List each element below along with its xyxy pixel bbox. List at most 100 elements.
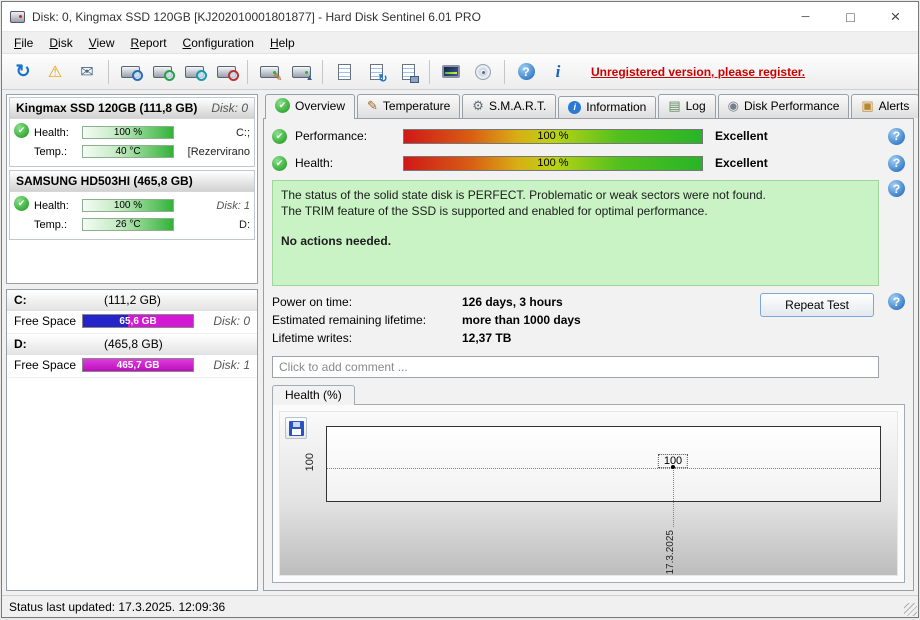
menu-view[interactable]: View xyxy=(81,33,123,53)
disk-write-test-button[interactable] xyxy=(254,58,284,86)
report-button[interactable] xyxy=(329,58,359,86)
surface-test-button[interactable] xyxy=(147,58,177,86)
overview-tab-icon xyxy=(275,98,290,113)
resize-grip[interactable] xyxy=(904,603,917,616)
smart-tab-icon xyxy=(472,98,484,114)
network-report-button[interactable] xyxy=(393,58,423,86)
health-help-icon[interactable] xyxy=(888,155,905,172)
drive-letters: D: xyxy=(239,219,250,231)
alerts-config-button[interactable] xyxy=(40,58,70,86)
partition-drive: C: xyxy=(14,293,104,307)
tab-disk-performance[interactable]: Disk Performance xyxy=(718,94,850,118)
partition-free-row: Free Space 65,6 GB Disk: 0 xyxy=(7,311,257,334)
tab-bar: Overview Temperature S.M.A.R.T. Informat… xyxy=(263,94,914,118)
tab-label: S.M.A.R.T. xyxy=(489,99,546,113)
chart-tab-health[interactable]: Health (%) xyxy=(272,385,355,405)
chart-y-tick: 100 xyxy=(304,453,316,471)
health-value: 100 % xyxy=(114,200,142,211)
extended-test-button[interactable] xyxy=(179,58,209,86)
toolbar-separator xyxy=(108,60,109,84)
partition-header-d[interactable]: D: (465,8 GB) xyxy=(7,334,257,355)
disk-index-label: Disk: 0 xyxy=(213,314,250,328)
tab-label: Temperature xyxy=(383,99,450,113)
status-message-box: The status of the solid state disk is PE… xyxy=(272,180,879,286)
stat-label: Estimated remaining lifetime: xyxy=(272,313,462,327)
quick-test-button[interactable] xyxy=(115,58,145,86)
update-info-button[interactable] xyxy=(543,58,573,86)
temp-bar: 40 °C xyxy=(82,145,174,158)
tab-information[interactable]: Information xyxy=(558,96,656,118)
partition-header-c[interactable]: C: (111,2 GB) xyxy=(7,290,257,311)
info-icon xyxy=(556,62,561,82)
tab-label: Log xyxy=(686,99,706,113)
save-chart-button[interactable] xyxy=(285,417,307,439)
stats-help-icon[interactable] xyxy=(888,293,905,310)
temperature-tab-icon xyxy=(367,98,378,114)
refresh-button[interactable] xyxy=(8,58,38,86)
disk-card-0[interactable]: Kingmax SSD 120GB (111,8 GB) Disk: 0 Hea… xyxy=(9,97,255,167)
menu-help[interactable]: Help xyxy=(262,33,303,53)
window-title: Disk: 0, Kingmax SSD 120GB [KJ2020100018… xyxy=(32,10,783,24)
performance-monitor-button[interactable] xyxy=(436,58,466,86)
free-space-value: 65,6 GB xyxy=(119,316,156,327)
free-space-bar: 65,6 GB xyxy=(82,314,194,328)
tab-label: Alerts xyxy=(879,99,910,113)
health-meter: 100 % xyxy=(403,156,703,171)
tab-label: Information xyxy=(586,100,646,114)
close-button[interactable] xyxy=(873,2,918,31)
tab-overview[interactable]: Overview xyxy=(265,94,355,119)
comment-input[interactable] xyxy=(272,356,879,378)
health-value: 100 % xyxy=(114,127,142,138)
menu-report[interactable]: Report xyxy=(123,33,175,53)
toolbar: Unregistered version, please register. xyxy=(2,54,918,90)
tab-alerts[interactable]: Alerts xyxy=(851,94,919,118)
temp-bar: 26 °C xyxy=(82,218,174,231)
disk-card-1[interactable]: SAMSUNG HD503HI (465,8 GB) Health: 100 %… xyxy=(9,170,255,240)
minimize-button[interactable] xyxy=(783,2,828,31)
health-row: Health: 100 % Disk: 1 xyxy=(34,196,250,215)
disk-index-label: Disk: 1 xyxy=(216,200,250,212)
status-help-icon[interactable] xyxy=(888,180,905,197)
disc-tools-button[interactable] xyxy=(468,58,498,86)
menu-file[interactable]: File xyxy=(6,33,41,53)
health-row: Health: 100 % C:; xyxy=(34,123,250,142)
free-space-bar: 465,7 GB xyxy=(82,358,194,372)
report-refresh-button[interactable] xyxy=(361,58,391,86)
free-space-label: Free Space xyxy=(14,358,76,372)
register-link[interactable]: Unregistered version, please register. xyxy=(591,65,805,79)
app-window: Disk: 0, Kingmax SSD 120GB [KJ2020100018… xyxy=(1,1,919,618)
temperature-row: Temp.: 26 °C D: xyxy=(34,215,250,234)
chart-point xyxy=(671,465,675,469)
repeat-test-button[interactable]: Repeat Test xyxy=(760,293,874,317)
menu-configuration[interactable]: Configuration xyxy=(175,33,262,53)
tab-log[interactable]: Log xyxy=(658,94,715,118)
content-area: Kingmax SSD 120GB (111,8 GB) Disk: 0 Hea… xyxy=(2,90,918,595)
health-bar: 100 % xyxy=(82,199,174,212)
mail-icon xyxy=(80,62,93,82)
performance-ok-icon xyxy=(272,129,287,144)
tab-smart[interactable]: S.M.A.R.T. xyxy=(462,94,556,118)
disk-eject-button[interactable] xyxy=(286,58,316,86)
stat-line: Power on time: 126 days, 3 hours xyxy=(272,293,752,311)
chart-marker-line xyxy=(673,467,674,527)
error-scan-button[interactable] xyxy=(211,58,241,86)
toolbar-separator xyxy=(504,60,505,84)
performance-help-icon[interactable] xyxy=(888,128,905,145)
information-tab-icon xyxy=(568,101,581,114)
health-value: 100 % xyxy=(537,157,568,169)
help-button[interactable] xyxy=(511,58,541,86)
stat-label: Lifetime writes: xyxy=(272,331,462,345)
refresh-icon xyxy=(15,61,30,82)
chart-gridline xyxy=(327,468,880,469)
main-area: Overview Temperature S.M.A.R.T. Informat… xyxy=(263,94,914,591)
health-label: Health: xyxy=(34,127,78,139)
temp-label: Temp.: xyxy=(34,146,78,158)
maximize-button[interactable] xyxy=(828,2,873,31)
disk-index-label: Disk: 0 xyxy=(207,101,248,115)
menu-disk[interactable]: Disk xyxy=(41,33,80,53)
health-ok-icon xyxy=(272,156,287,171)
tab-temperature[interactable]: Temperature xyxy=(357,94,460,118)
cd-icon xyxy=(475,64,491,80)
message-button[interactable] xyxy=(72,58,102,86)
health-bar: 100 % xyxy=(82,126,174,139)
